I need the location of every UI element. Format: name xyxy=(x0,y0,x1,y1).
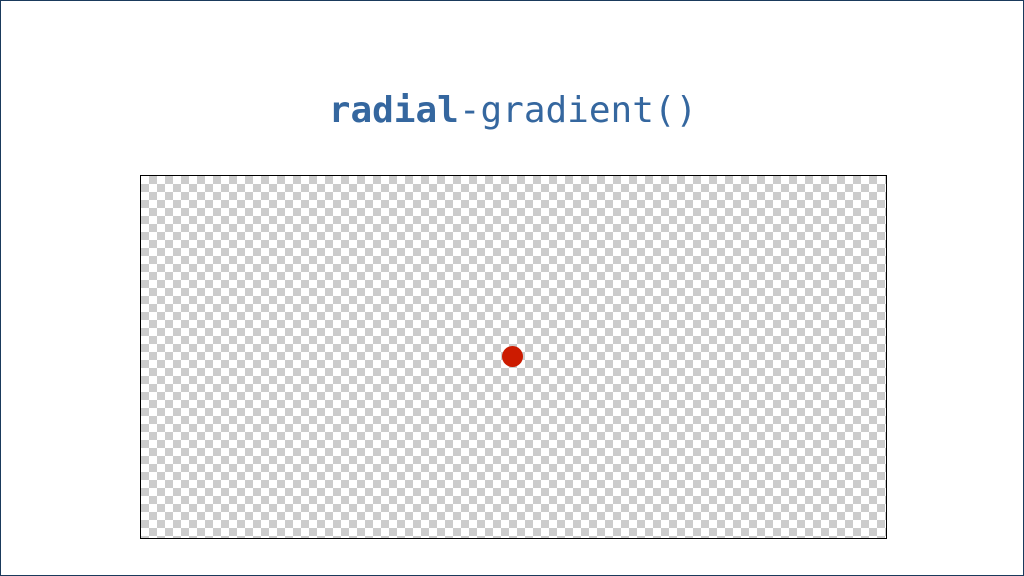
title-keyword: radial xyxy=(328,90,459,131)
gradient-center-point-icon xyxy=(502,346,523,367)
slide: radial-gradient() xyxy=(0,0,1024,576)
title-function-suffix: -gradient() xyxy=(458,90,698,131)
page-title: radial-gradient() xyxy=(1,89,1024,133)
